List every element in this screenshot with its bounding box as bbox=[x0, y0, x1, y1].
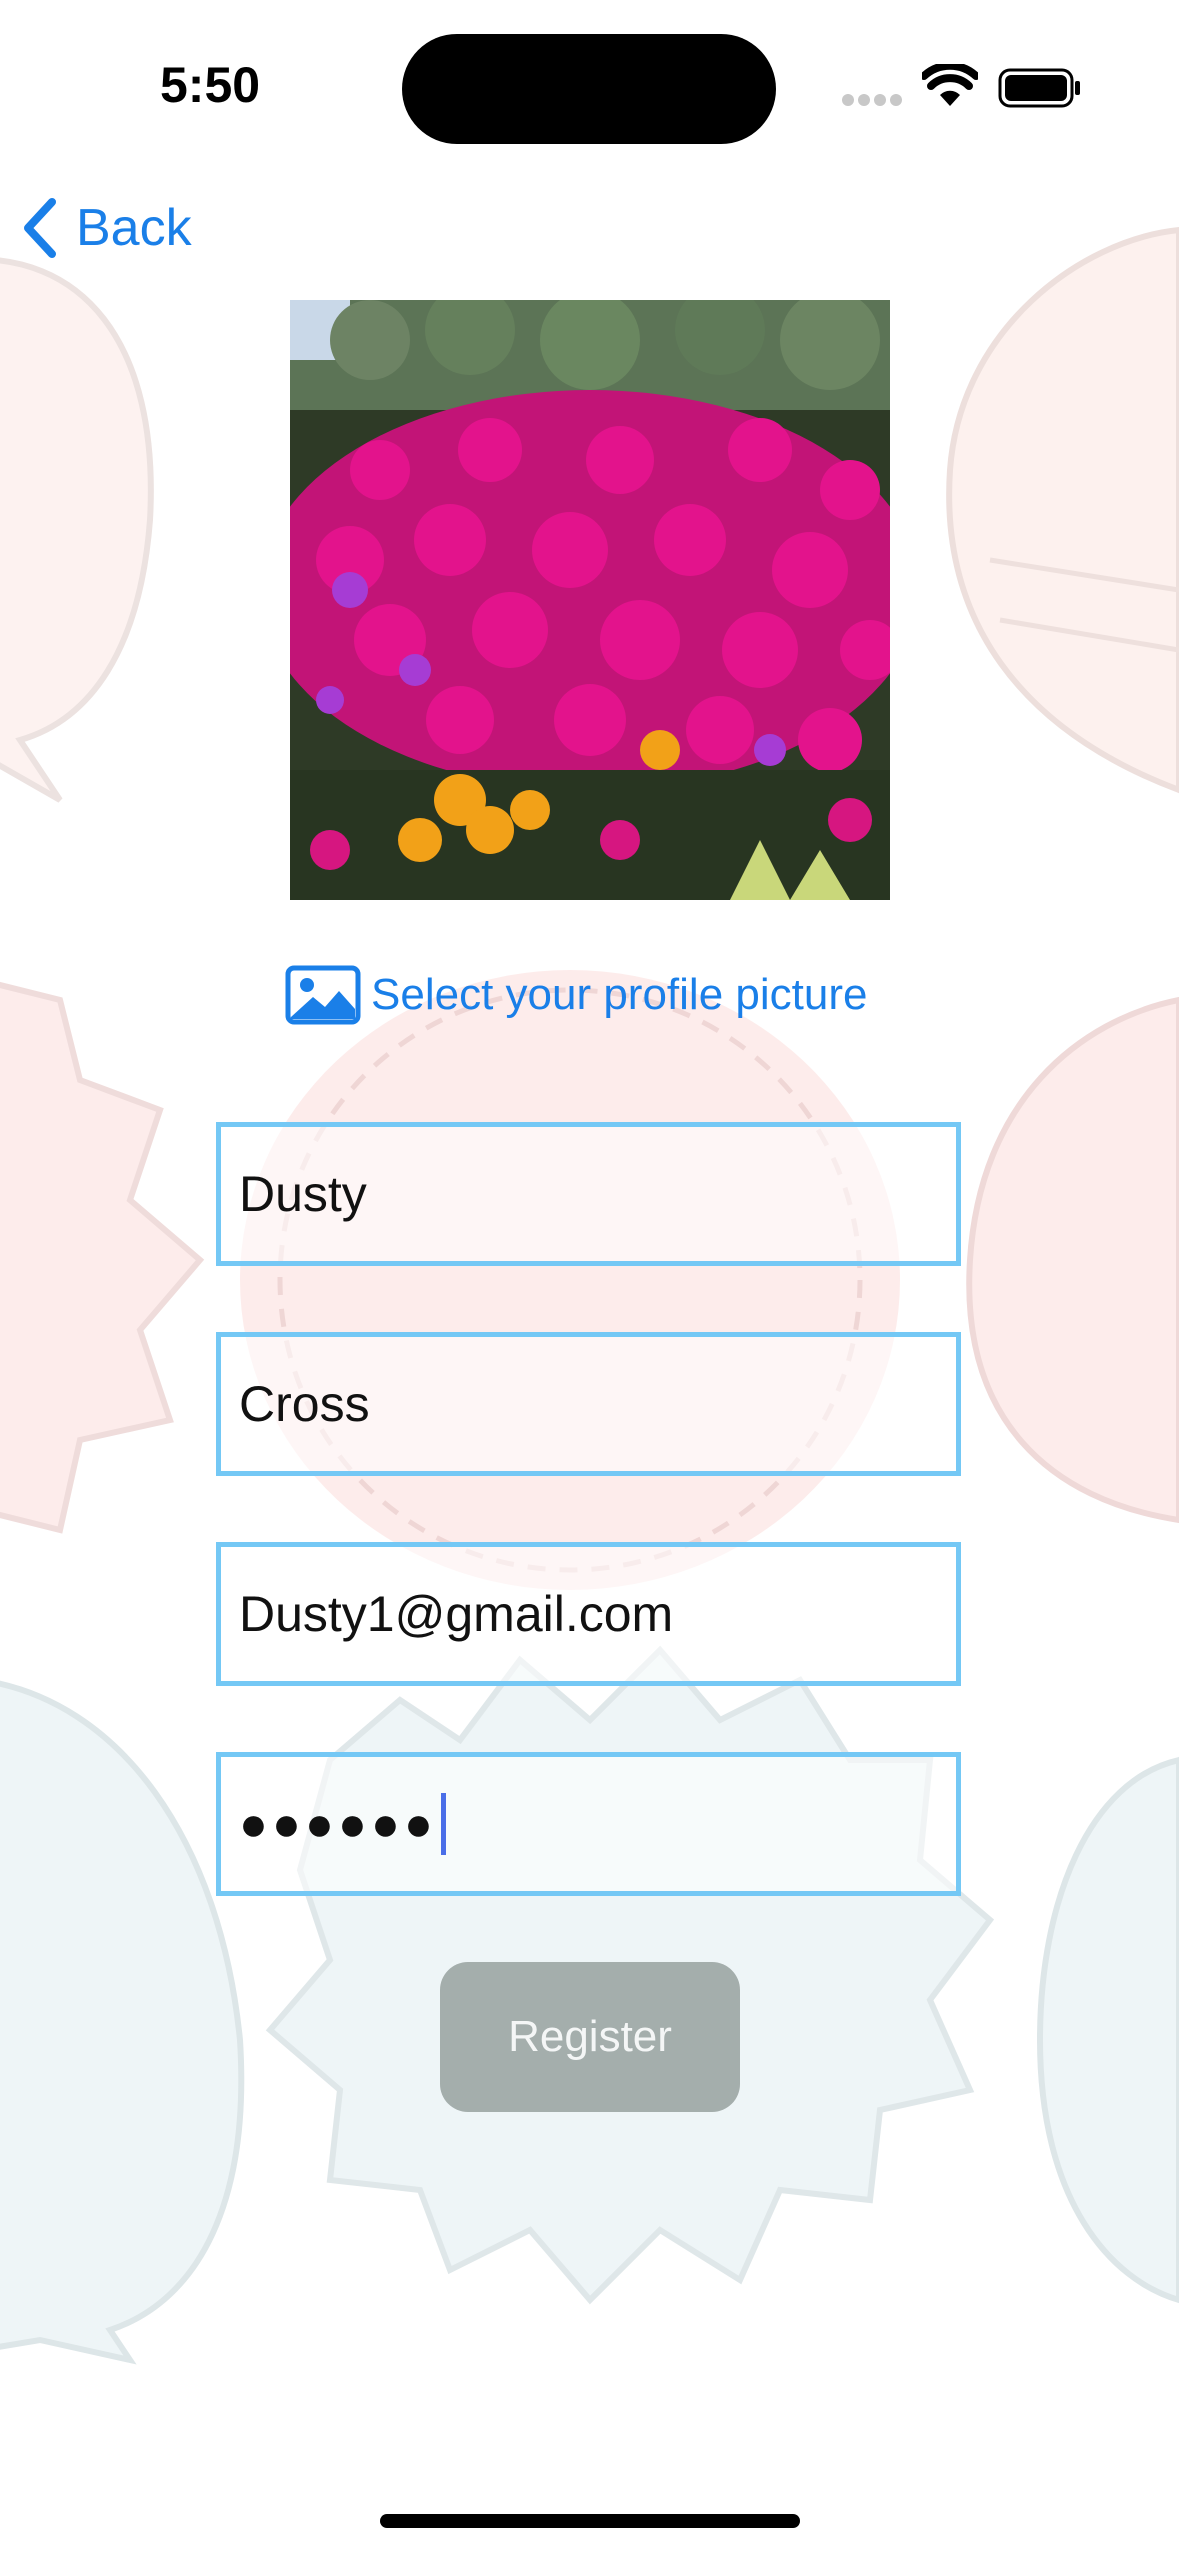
photo-icon bbox=[285, 965, 361, 1025]
password-field[interactable]: ●●●●●● bbox=[216, 1752, 961, 1896]
chevron-left-icon bbox=[24, 198, 56, 258]
status-time: 5:50 bbox=[160, 57, 261, 113]
home-indicator[interactable] bbox=[380, 2514, 800, 2528]
first-name-value: Dusty bbox=[239, 1166, 367, 1222]
dynamic-island bbox=[402, 34, 776, 144]
battery-icon bbox=[998, 68, 1080, 108]
back-button[interactable]: Back bbox=[22, 196, 192, 260]
text-caret bbox=[440, 1793, 446, 1855]
back-label: Back bbox=[76, 199, 192, 257]
cellular-signal-icon bbox=[842, 94, 902, 106]
wifi-icon bbox=[922, 64, 978, 106]
first-name-field[interactable]: Dusty bbox=[216, 1122, 961, 1266]
email-value: Dusty1@gmail.com bbox=[239, 1586, 674, 1642]
last-name-field[interactable]: Cross bbox=[216, 1332, 961, 1476]
register-button[interactable]: Register bbox=[440, 1962, 740, 2112]
profile-photo bbox=[290, 300, 890, 900]
select-profile-picture-button[interactable]: Select your profile picture bbox=[285, 965, 867, 1025]
email-field[interactable]: Dusty1@gmail.com bbox=[216, 1542, 961, 1686]
select-picture-label: Select your profile picture bbox=[371, 970, 868, 1019]
last-name-value: Cross bbox=[239, 1376, 370, 1432]
password-value: ●●●●●● bbox=[239, 1797, 437, 1851]
